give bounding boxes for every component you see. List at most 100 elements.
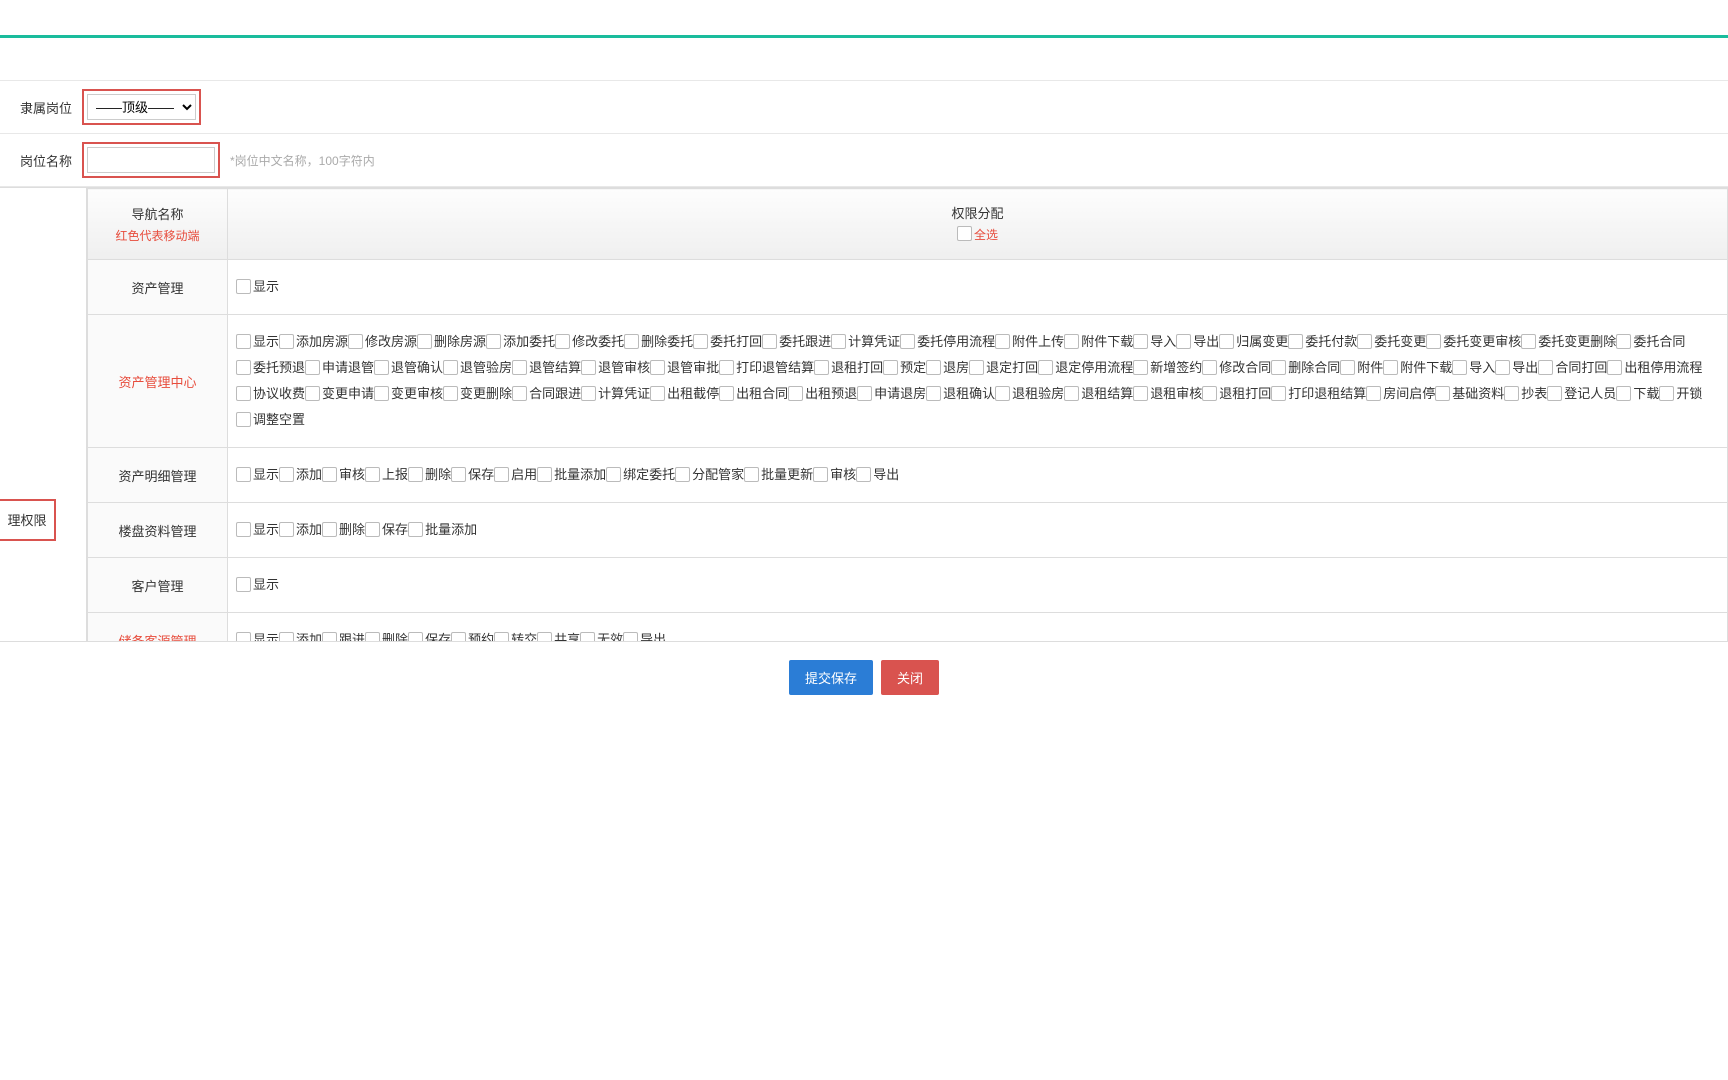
perm-checkbox[interactable]: 附件下载 <box>1383 355 1452 381</box>
perm-checkbox[interactable]: 预定 <box>883 355 926 381</box>
perm-checkbox[interactable]: 显示 <box>236 627 279 641</box>
perm-checkbox[interactable]: 批量添加 <box>537 462 606 488</box>
perm-checkbox[interactable]: 批量添加 <box>408 517 477 543</box>
perm-checkbox[interactable]: 删除 <box>365 627 408 641</box>
perm-checkbox[interactable]: 抄表 <box>1504 381 1547 407</box>
perm-checkbox[interactable]: 上报 <box>365 462 408 488</box>
perm-checkbox[interactable]: 修改委托 <box>555 329 624 355</box>
perm-checkbox[interactable]: 保存 <box>365 517 408 543</box>
perm-checkbox[interactable]: 委托打回 <box>693 329 762 355</box>
perm-checkbox[interactable]: 退定停用流程 <box>1038 355 1133 381</box>
perm-checkbox[interactable]: 计算凭证 <box>581 381 650 407</box>
perm-checkbox[interactable]: 添加委托 <box>486 329 555 355</box>
perm-checkbox[interactable]: 委托变更 <box>1357 329 1426 355</box>
perm-checkbox[interactable]: 出租预退 <box>788 381 857 407</box>
perm-checkbox[interactable]: 修改房源 <box>348 329 417 355</box>
perm-checkbox[interactable]: 退租打回 <box>814 355 883 381</box>
perm-checkbox[interactable]: 退租结算 <box>1064 381 1133 407</box>
perm-checkbox[interactable]: 退租审核 <box>1133 381 1202 407</box>
perm-checkbox[interactable]: 退租验房 <box>995 381 1064 407</box>
perm-checkbox[interactable]: 删除合同 <box>1271 355 1340 381</box>
perm-checkbox[interactable]: 批量更新 <box>744 462 813 488</box>
perm-checkbox[interactable]: 添加 <box>279 462 322 488</box>
perm-checkbox[interactable]: 委托跟进 <box>762 329 831 355</box>
perm-checkbox[interactable]: 退管审批 <box>650 355 719 381</box>
perm-checkbox[interactable]: 退管结算 <box>512 355 581 381</box>
perm-checkbox[interactable]: 删除房源 <box>417 329 486 355</box>
perm-checkbox[interactable]: 添加 <box>279 517 322 543</box>
perm-checkbox[interactable]: 申请退管 <box>305 355 374 381</box>
perm-checkbox[interactable]: 添加房源 <box>279 329 348 355</box>
perm-checkbox[interactable]: 显示 <box>236 517 279 543</box>
perm-checkbox[interactable]: 审核 <box>322 462 365 488</box>
perm-checkbox[interactable]: 启用 <box>494 462 537 488</box>
close-button[interactable]: 关闭 <box>881 660 939 695</box>
save-button[interactable]: 提交保存 <box>789 660 873 695</box>
perm-checkbox[interactable]: 委托变更审核 <box>1426 329 1521 355</box>
left-tab-permissions[interactable]: 理权限 <box>0 499 56 541</box>
perm-checkbox[interactable]: 删除 <box>408 462 451 488</box>
perm-checkbox[interactable]: 委托付款 <box>1288 329 1357 355</box>
perm-checkbox[interactable]: 退管审核 <box>581 355 650 381</box>
perm-checkbox[interactable]: 退管验房 <box>443 355 512 381</box>
perm-checkbox[interactable]: 出租停用流程 <box>1607 355 1702 381</box>
perm-checkbox[interactable]: 归属变更 <box>1219 329 1288 355</box>
select-all-checkbox[interactable]: 全选 <box>957 226 998 243</box>
perm-checkbox[interactable]: 附件上传 <box>995 329 1064 355</box>
perm-checkbox[interactable]: 导出 <box>1176 329 1219 355</box>
perm-checkbox[interactable]: 新增签约 <box>1133 355 1202 381</box>
perm-checkbox[interactable]: 开锁 <box>1659 381 1702 407</box>
perm-checkbox[interactable]: 预约 <box>451 627 494 641</box>
perm-checkbox[interactable]: 出租合同 <box>719 381 788 407</box>
perm-checkbox[interactable]: 登记人员 <box>1547 381 1616 407</box>
perm-checkbox[interactable]: 委托停用流程 <box>900 329 995 355</box>
perm-checkbox[interactable]: 导入 <box>1133 329 1176 355</box>
perm-checkbox[interactable]: 跟进 <box>322 627 365 641</box>
perm-checkbox[interactable]: 打印退租结算 <box>1271 381 1366 407</box>
perm-checkbox[interactable]: 委托变更删除 <box>1521 329 1616 355</box>
perm-checkbox[interactable]: 变更审核 <box>374 381 443 407</box>
perm-checkbox[interactable]: 删除 <box>322 517 365 543</box>
perm-checkbox[interactable]: 导出 <box>856 462 899 488</box>
perm-checkbox[interactable]: 审核 <box>813 462 856 488</box>
perm-checkbox[interactable]: 删除委托 <box>624 329 693 355</box>
perm-checkbox[interactable]: 协议收费 <box>236 381 305 407</box>
perm-checkbox[interactable]: 下载 <box>1616 381 1659 407</box>
perm-checkbox[interactable]: 合同跟进 <box>512 381 581 407</box>
perm-checkbox[interactable]: 导出 <box>1495 355 1538 381</box>
perm-checkbox[interactable]: 绑定委托 <box>606 462 675 488</box>
perm-checkbox[interactable]: 添加 <box>279 627 322 641</box>
perm-checkbox[interactable]: 导入 <box>1452 355 1495 381</box>
perm-checkbox[interactable]: 保存 <box>451 462 494 488</box>
perm-checkbox[interactable]: 变更申请 <box>305 381 374 407</box>
perm-checkbox[interactable]: 委托预退 <box>236 355 305 381</box>
perm-checkbox[interactable]: 调整空置 <box>236 407 305 433</box>
position-name-input[interactable] <box>87 147 215 173</box>
perm-checkbox[interactable]: 房间启停 <box>1366 381 1435 407</box>
perm-checkbox[interactable]: 保存 <box>408 627 451 641</box>
perm-checkbox[interactable]: 委托合同 <box>1616 329 1685 355</box>
perm-checkbox[interactable]: 变更删除 <box>443 381 512 407</box>
perm-checkbox[interactable]: 导出 <box>623 627 666 641</box>
perm-checkbox[interactable]: 计算凭证 <box>831 329 900 355</box>
perm-checkbox[interactable]: 共享 <box>537 627 580 641</box>
permission-scroll[interactable]: 导航名称 红色代表移动端 权限分配 全选 资产管理显示资产管理中 <box>86 188 1728 641</box>
perm-checkbox[interactable]: 出租截停 <box>650 381 719 407</box>
perm-checkbox[interactable]: 打印退管结算 <box>719 355 814 381</box>
perm-checkbox[interactable]: 基础资料 <box>1435 381 1504 407</box>
perm-checkbox[interactable]: 申请退房 <box>857 381 926 407</box>
perm-checkbox[interactable]: 退租打回 <box>1202 381 1271 407</box>
perm-checkbox[interactable]: 退定打回 <box>969 355 1038 381</box>
perm-checkbox[interactable]: 退管确认 <box>374 355 443 381</box>
perm-checkbox[interactable]: 修改合同 <box>1202 355 1271 381</box>
perm-checkbox[interactable]: 显示 <box>236 274 279 300</box>
perm-checkbox[interactable]: 退租确认 <box>926 381 995 407</box>
perm-checkbox[interactable]: 无效 <box>580 627 623 641</box>
perm-checkbox[interactable]: 合同打回 <box>1538 355 1607 381</box>
perm-checkbox[interactable]: 显示 <box>236 462 279 488</box>
perm-checkbox[interactable]: 分配管家 <box>675 462 744 488</box>
parent-position-select[interactable]: ——顶级—— <box>87 94 196 120</box>
perm-checkbox[interactable]: 退房 <box>926 355 969 381</box>
perm-checkbox[interactable]: 显示 <box>236 329 279 355</box>
perm-checkbox[interactable]: 附件下载 <box>1064 329 1133 355</box>
